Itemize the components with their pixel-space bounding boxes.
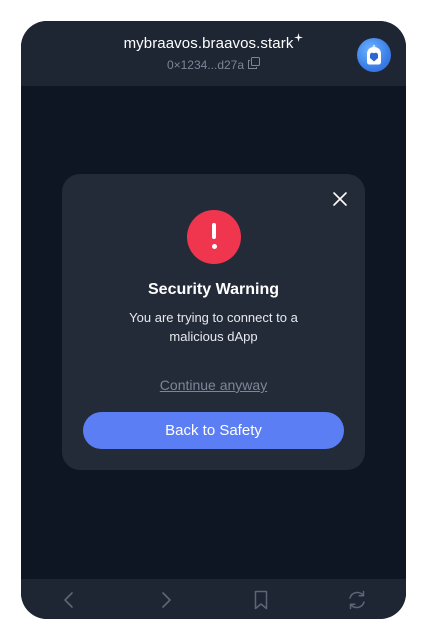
forward-icon[interactable]: [155, 589, 177, 611]
browser-frame: mybraavos.braavos.stark 0×1234...d27a Se…: [21, 21, 406, 619]
back-icon[interactable]: [58, 589, 80, 611]
bottom-navigation: [21, 579, 406, 619]
close-icon[interactable]: [329, 188, 351, 210]
braavos-helmet-icon: [367, 44, 381, 65]
header-bar: mybraavos.braavos.stark 0×1234...d27a: [21, 21, 406, 86]
sparkle-icon: [294, 29, 304, 46]
modal-message: You are trying to connect to a malicious…: [129, 310, 298, 344]
copy-icon[interactable]: [248, 57, 261, 72]
continue-anyway-link[interactable]: Continue anyway: [62, 377, 365, 393]
exclamation-dot: [211, 244, 217, 249]
domain-name: mybraavos.braavos.stark: [123, 35, 294, 52]
exclamation-icon: [187, 210, 241, 264]
bookmark-icon[interactable]: [250, 589, 272, 611]
avatar[interactable]: [357, 38, 391, 72]
back-to-safety-button[interactable]: Back to Safety: [83, 412, 344, 449]
refresh-icon[interactable]: [346, 589, 368, 611]
security-warning-modal: Security Warning You are trying to conne…: [62, 174, 365, 470]
modal-title: Security Warning: [148, 281, 279, 298]
domain-row: mybraavos.braavos.stark: [21, 33, 406, 52]
address-row: 0×1234...d27a: [21, 57, 406, 72]
exclamation-bar: [212, 223, 216, 239]
wallet-address: 0×1234...d27a: [166, 58, 245, 72]
